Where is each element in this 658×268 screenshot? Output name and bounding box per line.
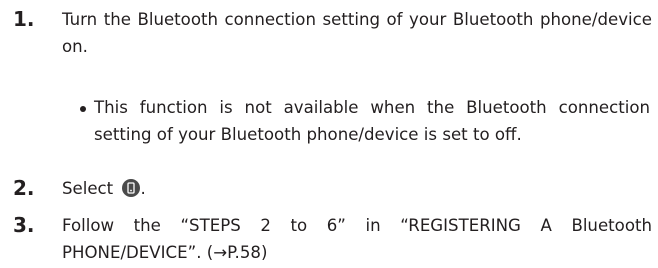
step-number: 3. xyxy=(13,213,35,237)
step-text: Select xyxy=(62,179,114,198)
step-text-row: Select . xyxy=(62,175,652,202)
step-number: 2. xyxy=(13,176,35,200)
step-1: 1. Turn the Bluetooth connection setting… xyxy=(0,6,658,66)
phone-device-icon xyxy=(122,179,141,197)
step-2: 2. Select . xyxy=(0,175,658,205)
step-text: Turn the Bluetooth connection setting of… xyxy=(62,10,652,56)
step-3: 3. Follow the “STEPS 2 to 6” in “REGISTE… xyxy=(0,212,658,268)
step-number: 1. xyxy=(13,7,35,31)
bullet-icon xyxy=(80,106,86,112)
step-text: Follow the “STEPS 2 to 6” in “REGISTERIN… xyxy=(62,216,652,262)
note-text: This function is not available when the … xyxy=(94,98,650,144)
step-trailing: . xyxy=(140,179,146,198)
